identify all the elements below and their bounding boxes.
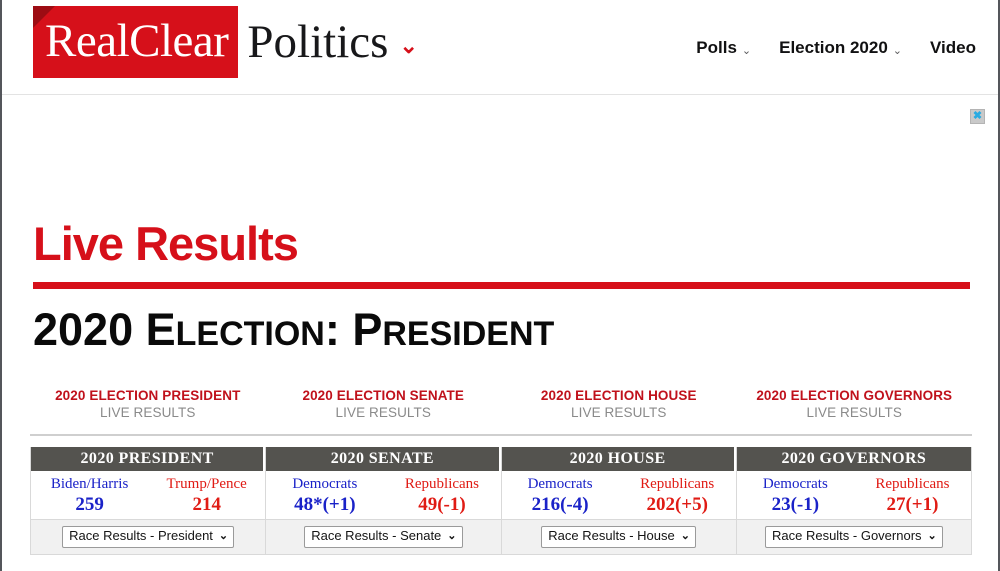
results-party-democrat-president: Biden/Harris 259 [31, 476, 148, 515]
quick-link-president-subtitle: LIVE RESULTS [100, 404, 196, 420]
page-title-part-lead: 2020 E [33, 304, 176, 355]
race-results-select-house[interactable]: Race Results - House ⌄ [541, 526, 696, 548]
party-name: Democrats [762, 476, 828, 492]
chevron-down-icon: ⌄ [218, 530, 229, 543]
race-results-select-president-value: Race Results - President [69, 528, 213, 543]
results-body-president: Biden/Harris 259 Trump/Pence 214 [31, 471, 266, 519]
party-count: 49(-1) [418, 493, 466, 515]
chevron-down-icon: ⌄ [680, 530, 690, 543]
party-name: Republicans [875, 476, 950, 492]
quick-link-house[interactable]: 2020 ELECTION HOUSE LIVE RESULTS [501, 388, 737, 422]
chevron-down-icon: ⌄ [447, 530, 457, 543]
quick-link-house-title: 2020 ELECTION HOUSE [540, 388, 697, 403]
quick-link-governors-subtitle: LIVE RESULTS [806, 404, 902, 420]
chevron-down-icon: ⌄ [892, 44, 903, 57]
page-title-part-election: LECTION [175, 315, 325, 353]
race-results-select-president[interactable]: Race Results - President ⌄ [62, 526, 235, 548]
party-count: 27(+1) [886, 493, 939, 515]
results-party-democrat-senate: Democrats 48*(+1) [266, 476, 383, 515]
results-header-house: 2020 HOUSE [501, 447, 736, 471]
logo-chevron-down-icon[interactable]: ⌄ [399, 35, 417, 57]
live-results-heading: Live Results [33, 217, 299, 270]
page-title-part-president: RESIDENT [382, 315, 555, 353]
results-header-president: 2020 PRESIDENT [31, 447, 266, 471]
nav-item-polls[interactable]: Polls ⌄ [696, 38, 751, 58]
nav-item-election-2020-label: Election 2020 [779, 38, 888, 57]
results-party-republican-senate: Republicans 49(-1) [383, 476, 500, 515]
results-party-republican-president: Trump/Pence 214 [148, 476, 265, 515]
nav-item-election-2020[interactable]: Election 2020 ⌄ [779, 38, 902, 58]
quick-link-house-subtitle: LIVE RESULTS [571, 404, 667, 420]
live-results-divider [33, 282, 970, 289]
logo-text-politics: Politics [247, 15, 389, 68]
party-name: Republicans [404, 476, 480, 492]
results-body-house: Democrats 216(-4) Republicans 202(+5) [501, 471, 736, 519]
party-count: 216(-4) [531, 493, 589, 515]
results-footer-senate: Race Results - Senate ⌄ [266, 519, 501, 554]
party-name: Republicans [640, 476, 715, 492]
chevron-down-icon: ⌄ [741, 44, 752, 57]
quick-link-governors-title: 2020 ELECTION GOVERNORS [756, 388, 953, 403]
quick-links-row: 2020 ELECTION PRESIDENT LIVE RESULTS 202… [30, 388, 972, 422]
site-header: RealClear Politics ⌄ Polls ⌄ Election 20… [2, 0, 998, 95]
results-party-republican-house: Republicans 202(+5) [619, 476, 736, 515]
results-body-senate: Democrats 48*(+1) Republicans 49(-1) [266, 471, 501, 519]
main-nav: Polls ⌄ Election 2020 ⌄ Video [696, 38, 976, 58]
nav-item-polls-label: Polls [696, 38, 737, 57]
quick-link-senate-title: 2020 ELECTION SENATE [302, 388, 465, 403]
party-name: Democrats [527, 476, 593, 492]
results-header-governors: 2020 GOVERNORS [736, 447, 971, 471]
results-table: 2020 PRESIDENT Biden/Harris 259 Trump/Pe… [30, 447, 972, 555]
candidate-name: Biden/Harris [50, 476, 129, 492]
site-logo[interactable]: RealClear Politics ⌄ [33, 6, 418, 78]
nav-item-video[interactable]: Video [930, 38, 976, 58]
quick-link-president-title: 2020 ELECTION PRESIDENT [55, 388, 241, 403]
results-column-president: 2020 PRESIDENT Biden/Harris 259 Trump/Pe… [31, 447, 267, 554]
results-party-republican-governors: Republicans 27(+1) [854, 476, 971, 515]
page-title-part-colon: : P [324, 304, 383, 355]
quick-link-senate[interactable]: 2020 ELECTION SENATE LIVE RESULTS [266, 388, 502, 422]
advertisement-slot [2, 96, 998, 196]
logo-text-realclear: RealClear [45, 14, 229, 67]
party-count: 23(-1) [771, 493, 820, 515]
race-results-select-house-value: Race Results - House [548, 528, 675, 543]
party-count: 202(+5) [646, 493, 708, 515]
results-party-democrat-house: Democrats 216(-4) [502, 476, 619, 515]
results-column-governors: 2020 GOVERNORS Democrats 23(-1) Republic… [736, 447, 971, 554]
logo-red-block: RealClear [33, 6, 239, 78]
race-results-select-senate-value: Race Results - Senate [311, 528, 442, 543]
quick-link-governors[interactable]: 2020 ELECTION GOVERNORS LIVE RESULTS [737, 388, 973, 422]
results-party-democrat-governors: Democrats 23(-1) [737, 476, 854, 515]
results-body-governors: Democrats 23(-1) Republicans 27(+1) [736, 471, 971, 519]
candidate-count: 259 [75, 493, 104, 515]
quick-link-president[interactable]: 2020 ELECTION PRESIDENT LIVE RESULTS [30, 388, 266, 422]
logo-fold-corner [33, 6, 55, 28]
race-results-select-senate[interactable]: Race Results - Senate ⌄ [304, 526, 463, 548]
quick-link-senate-subtitle: LIVE RESULTS [335, 404, 431, 420]
candidate-count: 214 [192, 493, 221, 515]
results-column-senate: 2020 SENATE Democrats 48*(+1) Republican… [266, 447, 502, 554]
results-column-house: 2020 HOUSE Democrats 216(-4) Republicans… [501, 447, 737, 554]
chevron-down-icon: ⌄ [927, 530, 937, 543]
results-footer-house: Race Results - House ⌄ [501, 519, 736, 554]
ad-close-icon[interactable]: ✖ [970, 109, 985, 124]
race-results-select-governors-value: Race Results - Governors [771, 528, 922, 543]
quick-links-divider [30, 434, 972, 436]
nav-item-video-label: Video [930, 38, 976, 57]
page-title: 2020 ELECTION: PRESIDENT [33, 305, 554, 355]
party-count: 48*(+1) [294, 493, 356, 515]
results-footer-governors: Race Results - Governors ⌄ [736, 519, 971, 554]
results-footer-president: Race Results - President ⌄ [31, 519, 266, 554]
candidate-name: Trump/Pence [166, 476, 247, 492]
results-header-senate: 2020 SENATE [266, 447, 501, 471]
race-results-select-governors[interactable]: Race Results - Governors ⌄ [764, 526, 943, 548]
party-name: Democrats [292, 476, 358, 492]
page-root: RealClear Politics ⌄ Polls ⌄ Election 20… [0, 0, 1000, 571]
